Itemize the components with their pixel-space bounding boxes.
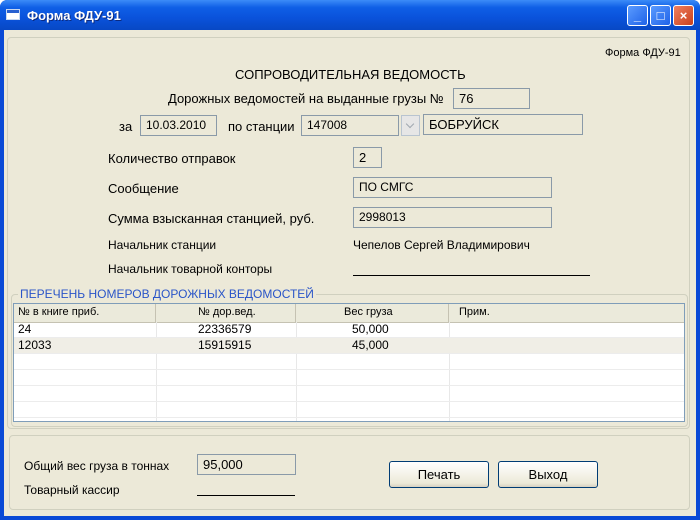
list-title: ПЕРЕЧЕНЬ НОМЕРОВ ДОРОЖНЫХ ВЕДОМОСТЕЙ xyxy=(18,287,316,301)
table-row-empty[interactable] xyxy=(14,370,684,386)
close-button[interactable]: × xyxy=(673,5,694,26)
form-body: Форма ФДУ-91 СОПРОВОДИТЕЛЬНАЯ ВЕДОМОСТЬ … xyxy=(4,30,696,516)
date-label: за xyxy=(119,119,133,134)
station-name-field[interactable]: БОБРУЙСК xyxy=(423,114,583,135)
number-field[interactable]: 76 xyxy=(453,88,530,109)
cashier-signature-line xyxy=(197,495,295,496)
window-title: Форма ФДУ-91 xyxy=(27,8,121,23)
title-bar[interactable]: Форма ФДУ-91 _ □ × xyxy=(0,0,700,30)
table-row-empty[interactable] xyxy=(14,402,684,418)
minimize-button[interactable]: _ xyxy=(627,5,648,26)
cell-doc: 22336579 xyxy=(198,322,252,336)
table-row[interactable]: 12033 15915915 45,000 xyxy=(14,338,684,354)
shipments-label: Количество отправок xyxy=(108,151,236,166)
message-field[interactable]: ПО СМГС xyxy=(353,177,552,198)
signature-line xyxy=(353,275,590,276)
cell-weight: 45,000 xyxy=(352,338,389,352)
sum-field[interactable]: 2998013 xyxy=(353,207,552,228)
cell-note xyxy=(449,322,684,337)
cell-note xyxy=(449,338,684,353)
cell-doc: 15915915 xyxy=(198,338,252,352)
subheading-label: Дорожных ведомостей на выданные грузы № xyxy=(168,91,444,106)
total-weight-field[interactable]: 95,000 xyxy=(197,454,296,475)
column-header-book[interactable]: № в книге приб. xyxy=(14,304,156,322)
sum-label: Сумма взысканная станцией, руб. xyxy=(108,211,315,226)
shipments-field[interactable]: 2 xyxy=(353,147,382,168)
message-label: Сообщение xyxy=(108,181,179,196)
station-code-field[interactable]: 147008 xyxy=(301,115,399,136)
station-label: по станции xyxy=(228,119,295,134)
date-field[interactable]: 10.03.2010 xyxy=(140,115,217,136)
form-code-label: Форма ФДУ-91 xyxy=(605,47,681,59)
column-header-weight[interactable]: Вес груза xyxy=(296,304,449,322)
station-dropdown-button[interactable] xyxy=(401,115,420,136)
table-row[interactable]: 24 22336579 50,000 xyxy=(14,322,684,338)
cashier-label: Товарный кассир xyxy=(24,483,120,497)
app-window: Форма ФДУ-91 _ □ × Форма ФДУ-91 СОПРОВОД… xyxy=(0,0,700,520)
chief-name: Чепелов Сергей Владимирович xyxy=(353,238,530,252)
exit-button[interactable]: Выход xyxy=(498,461,598,488)
column-header-note[interactable]: Прим. xyxy=(449,304,684,322)
cell-book: 24 xyxy=(18,322,32,336)
documents-table[interactable]: № в книге приб. № дор.вед. Вес груза При… xyxy=(13,303,685,422)
cell-book: 12033 xyxy=(18,338,52,352)
table-row-empty[interactable] xyxy=(14,386,684,402)
chief-label: Начальник станции xyxy=(108,238,217,252)
total-weight-label: Общий вес груза в тоннах xyxy=(24,459,170,473)
office-chief-label: Начальник товарной конторы xyxy=(108,262,273,276)
table-header: № в книге приб. № дор.вед. Вес груза При… xyxy=(14,304,684,323)
print-button[interactable]: Печать xyxy=(389,461,489,488)
table-row-empty[interactable] xyxy=(14,354,684,370)
maximize-button[interactable]: □ xyxy=(650,5,671,26)
cell-weight: 50,000 xyxy=(352,322,389,336)
page-title: СОПРОВОДИТЕЛЬНАЯ ВЕДОМОСТЬ xyxy=(235,67,466,82)
column-header-doc[interactable]: № дор.вед. xyxy=(156,304,296,322)
window-icon xyxy=(6,9,20,20)
